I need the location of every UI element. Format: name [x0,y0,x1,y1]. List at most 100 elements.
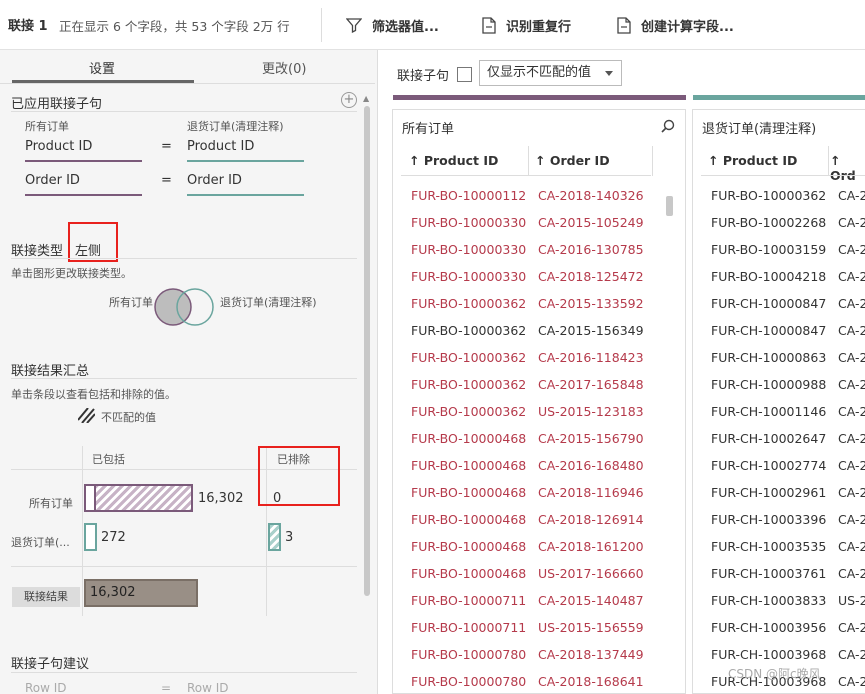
returns-included-bar[interactable] [84,523,97,551]
cell-product-id[interactable]: FUR-CH-10003833 [711,593,826,608]
cell-product-id[interactable]: FUR-CH-10003761 [711,566,826,581]
cell-order-id[interactable]: CA-2 [838,242,865,257]
cell-order-id[interactable]: US-2015-156559 [538,620,644,635]
cell-order-id[interactable]: CA-2 [838,377,865,392]
cell-order-id[interactable]: CA-2 [838,539,865,554]
cell-order-id[interactable]: CA-2 [838,404,865,419]
join-result-label[interactable]: 联接结果 [12,587,80,607]
tab-changes[interactable]: 更改(0) [262,58,306,77]
column-header-order-id[interactable]: ↑ Ord [830,153,865,183]
cell-product-id[interactable]: FUR-BO-10000780 [411,674,526,689]
all-orders-matched-segment[interactable] [84,484,96,512]
cell-order-id[interactable]: CA-2 [838,647,865,662]
cell-product-id[interactable]: FUR-BO-10000362 [411,350,526,365]
left-panel-scrollbar[interactable]: ▲ [363,90,371,690]
search-icon[interactable] [661,119,675,133]
cell-product-id[interactable]: FUR-CH-10003396 [711,512,826,527]
cell-order-id[interactable]: US-2015-123183 [538,404,644,419]
cell-product-id[interactable]: FUR-CH-10002647 [711,431,826,446]
cell-order-id[interactable]: CA-2 [838,485,865,500]
cell-product-id[interactable]: FUR-BO-10000330 [411,269,526,284]
cell-order-id[interactable]: CA-2 [838,674,865,689]
cell-order-id[interactable]: CA-2 [838,323,865,338]
cell-product-id[interactable]: FUR-CH-10000863 [711,350,826,365]
cell-order-id[interactable]: CA-2018-126914 [538,512,644,527]
cell-product-id[interactable]: FUR-CH-10002961 [711,485,826,500]
clause-2-right-field[interactable]: Order ID [187,173,242,188]
unmatched-filter-dropdown[interactable]: 仅显示不匹配的值 [479,60,622,86]
cell-order-id[interactable]: CA-2015-105249 [538,215,644,230]
cell-order-id[interactable]: CA-2015-140487 [538,593,644,608]
cell-order-id[interactable]: CA-2015-156790 [538,431,644,446]
cell-product-id[interactable]: FUR-BO-10000112 [411,188,526,203]
cell-order-id[interactable]: CA-2 [838,215,865,230]
scroll-up-arrow-icon[interactable]: ▲ [363,94,369,103]
cell-product-id[interactable]: FUR-BO-10000468 [411,458,526,473]
cell-order-id[interactable]: US-2017-166660 [538,566,644,581]
cell-product-id[interactable]: FUR-BO-10000468 [411,485,526,500]
column-header-order-id[interactable]: ↑ Order ID [535,153,610,168]
filter-values-button[interactable]: 筛选器值... [346,13,439,37]
cell-order-id[interactable]: CA-2016-168480 [538,458,644,473]
cell-product-id[interactable]: FUR-CH-10003968 [711,647,826,662]
cell-product-id[interactable]: FUR-BO-10003159 [711,242,826,257]
clause-1-right-field[interactable]: Product ID [187,139,254,154]
cell-order-id[interactable]: CA-2 [838,512,865,527]
cell-order-id[interactable]: CA-2017-165848 [538,377,644,392]
column-divider[interactable] [652,146,653,176]
cell-product-id[interactable]: FUR-CH-10003535 [711,539,826,554]
tab-settings[interactable]: 设置 [89,58,115,77]
create-calc-field-button[interactable]: 创建计算字段... [617,13,734,37]
cell-product-id[interactable]: FUR-BO-10004218 [711,269,826,284]
clause-2-operator[interactable]: = [161,173,172,188]
scroll-thumb[interactable] [364,106,370,596]
cell-product-id[interactable]: FUR-BO-10000362 [711,188,826,203]
cell-order-id[interactable]: US-2 [838,593,865,608]
cell-order-id[interactable]: CA-2018-140326 [538,188,644,203]
cell-product-id[interactable]: FUR-BO-10000362 [411,296,526,311]
cell-product-id[interactable]: FUR-CH-10003956 [711,620,826,635]
cell-order-id[interactable]: CA-2 [838,269,865,284]
cell-product-id[interactable]: FUR-BO-10000780 [411,647,526,662]
cell-order-id[interactable]: CA-2018-168641 [538,674,644,689]
scroll-thumb[interactable] [666,196,673,216]
cell-product-id[interactable]: FUR-BO-10000711 [411,620,526,635]
cell-product-id[interactable]: FUR-BO-10000468 [411,512,526,527]
cell-order-id[interactable]: CA-2 [838,350,865,365]
cell-product-id[interactable]: FUR-BO-10000711 [411,593,526,608]
cell-product-id[interactable]: FUR-BO-10000362 [411,323,526,338]
cell-product-id[interactable]: FUR-CH-10000847 [711,296,826,311]
cell-order-id[interactable]: CA-2018-161200 [538,539,644,554]
show-unmatched-checkbox[interactable] [457,67,472,82]
cell-order-id[interactable]: CA-2 [838,566,865,581]
suggestion-right-field[interactable]: Row ID [187,681,229,694]
returns-excluded-bar[interactable] [268,523,281,551]
join-result-bar[interactable]: 16,302 [84,579,198,607]
column-header-product-id[interactable]: ↑ Product ID [409,153,498,168]
cell-order-id[interactable]: CA-2 [838,458,865,473]
clause-1-left-field[interactable]: Product ID [25,139,92,154]
add-clause-icon[interactable]: + [341,92,357,108]
cell-product-id[interactable]: FUR-CH-10000847 [711,323,826,338]
cell-order-id[interactable]: CA-2015-133592 [538,296,644,311]
clause-1-operator[interactable]: = [161,139,172,154]
suggestion-left-field[interactable]: Row ID [25,681,67,694]
cell-order-id[interactable]: CA-2016-130785 [538,242,644,257]
cell-order-id[interactable]: CA-2015-156349 [538,323,644,338]
cell-order-id[interactable]: CA-2018-125472 [538,269,644,284]
cell-product-id[interactable]: FUR-BO-10000468 [411,539,526,554]
join-type-venn-diagram[interactable] [150,284,220,330]
clause-2-left-field[interactable]: Order ID [25,173,80,188]
cell-product-id[interactable]: FUR-CH-10002774 [711,458,826,473]
cell-product-id[interactable]: FUR-CH-10001146 [711,404,826,419]
cell-product-id[interactable]: FUR-BO-10000330 [411,242,526,257]
cell-order-id[interactable]: CA-2016-118423 [538,350,644,365]
table-scrollbar[interactable] [666,182,674,693]
cell-order-id[interactable]: CA-2018-137449 [538,647,644,662]
cell-product-id[interactable]: FUR-CH-10000988 [711,377,826,392]
cell-order-id[interactable]: CA-2 [838,296,865,311]
cell-order-id[interactable]: CA-2018-116946 [538,485,644,500]
cell-product-id[interactable]: FUR-BO-10000362 [411,404,526,419]
cell-product-id[interactable]: FUR-BO-10000468 [411,431,526,446]
column-header-product-id[interactable]: ↑ Product ID [708,153,797,168]
